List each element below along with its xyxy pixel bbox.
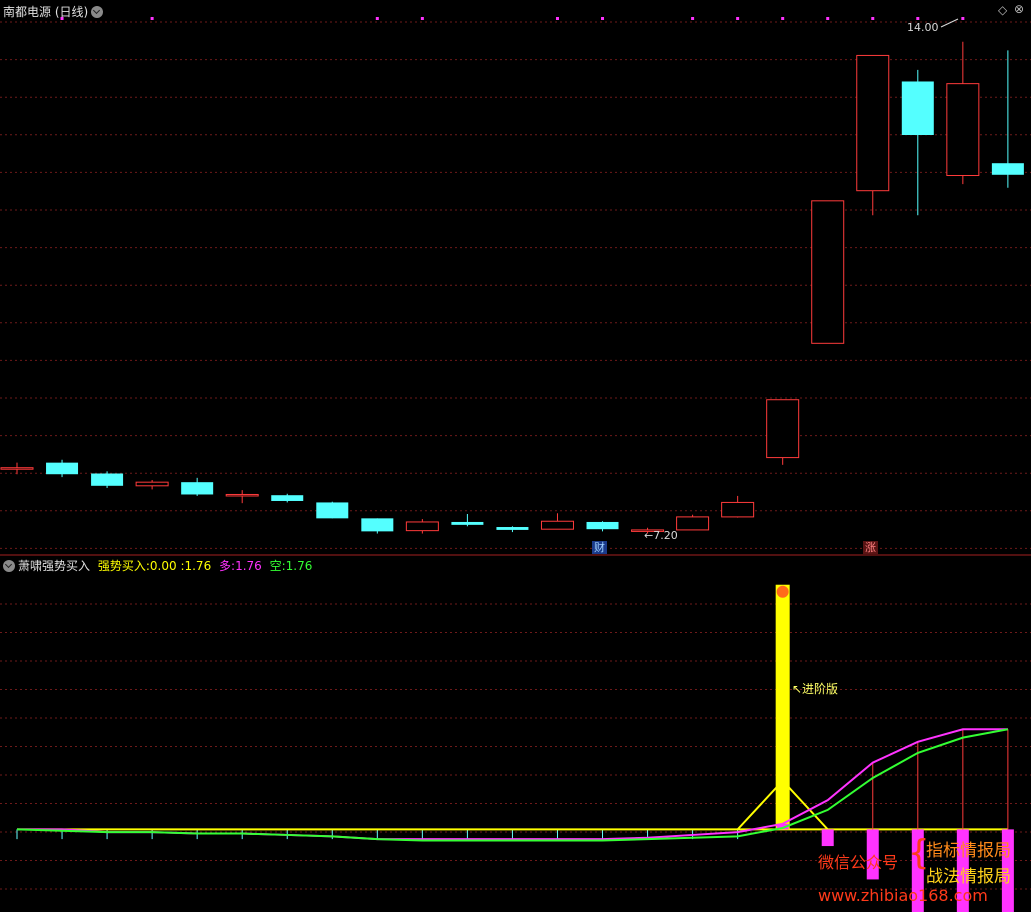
duo-bar [821,829,834,847]
value-strong: 0.00 [149,559,177,573]
watermark-right-top: 指标情报局 [926,841,1011,861]
candle-body [316,502,349,519]
candle-body [451,521,484,525]
indicator-name: 萧啸强势买入 [18,559,91,573]
candle-body [496,527,529,530]
candle-body [46,462,79,475]
chart-title: 南都电源 (日线) [3,3,104,20]
candle-body [271,495,304,501]
candle-body [181,482,214,495]
candle-body [0,467,34,470]
top-marker [736,17,740,20]
label-duo: 多: [219,559,236,573]
candle-body [811,200,845,344]
kong-line [16,728,1009,842]
watermark-left: 微信公众号 [818,853,899,872]
top-marker [916,17,920,20]
candle-body [991,163,1024,175]
top-marker [375,17,379,20]
high-arrow [940,18,959,28]
top-marker [150,17,154,20]
value-duo: 1.76 [235,559,262,573]
top-marker [781,17,785,20]
watermark-url: www.zhibiao168.com [818,886,988,905]
signal-label: ↖进阶版 [792,682,838,696]
high-label: 14.00 [907,21,939,34]
label-kong: 空: [269,559,286,573]
candle-body [405,521,439,532]
top-marker [826,17,830,20]
top-marker [871,17,875,20]
top-marker [555,17,559,20]
candle-body [676,516,710,531]
top-marker [420,17,424,20]
label-strong: 强势买入: [97,559,150,573]
close-icon[interactable]: ⊗ [1014,2,1024,16]
candle-body [856,54,890,192]
candles [0,41,1024,534]
candle-body [586,521,619,530]
candle-body [946,83,980,177]
chevron-down-icon[interactable] [91,6,104,18]
candle-body [766,399,800,459]
duo-line [17,728,1008,841]
low-label: ←7.20 [644,529,678,542]
candle-body [901,81,934,136]
chart-title-text: 南都电源 (日线) [3,5,89,19]
top-markers [60,17,965,20]
candle-body [91,473,124,486]
candle-body [721,501,755,518]
signal-icon [776,585,789,598]
badge-zhang[interactable]: 涨 [863,541,878,554]
candle-body [540,520,574,530]
candle-body [135,481,169,487]
chevron-down-icon[interactable] [3,560,15,572]
badge-cai[interactable]: 财 [592,541,607,554]
candle-body [225,493,259,497]
diamond-icon[interactable]: ◇ [998,3,1007,17]
indicator-header: 萧啸强势买入 强势买入:0.00 :1.76 多:1.76 空:1.76 [3,557,312,574]
strong-bar [775,584,790,830]
chart-canvas: 14.00 ←7.20 ↖进阶版 [0,17,1031,912]
top-marker [691,17,695,20]
watermark-right-bottom: 战法情报局 [926,867,1011,887]
candle-body [361,518,394,532]
top-marker [961,17,965,20]
value-sep: :1.76 [180,559,212,573]
top-marker [601,17,605,20]
value-kong: 1.76 [285,559,313,573]
